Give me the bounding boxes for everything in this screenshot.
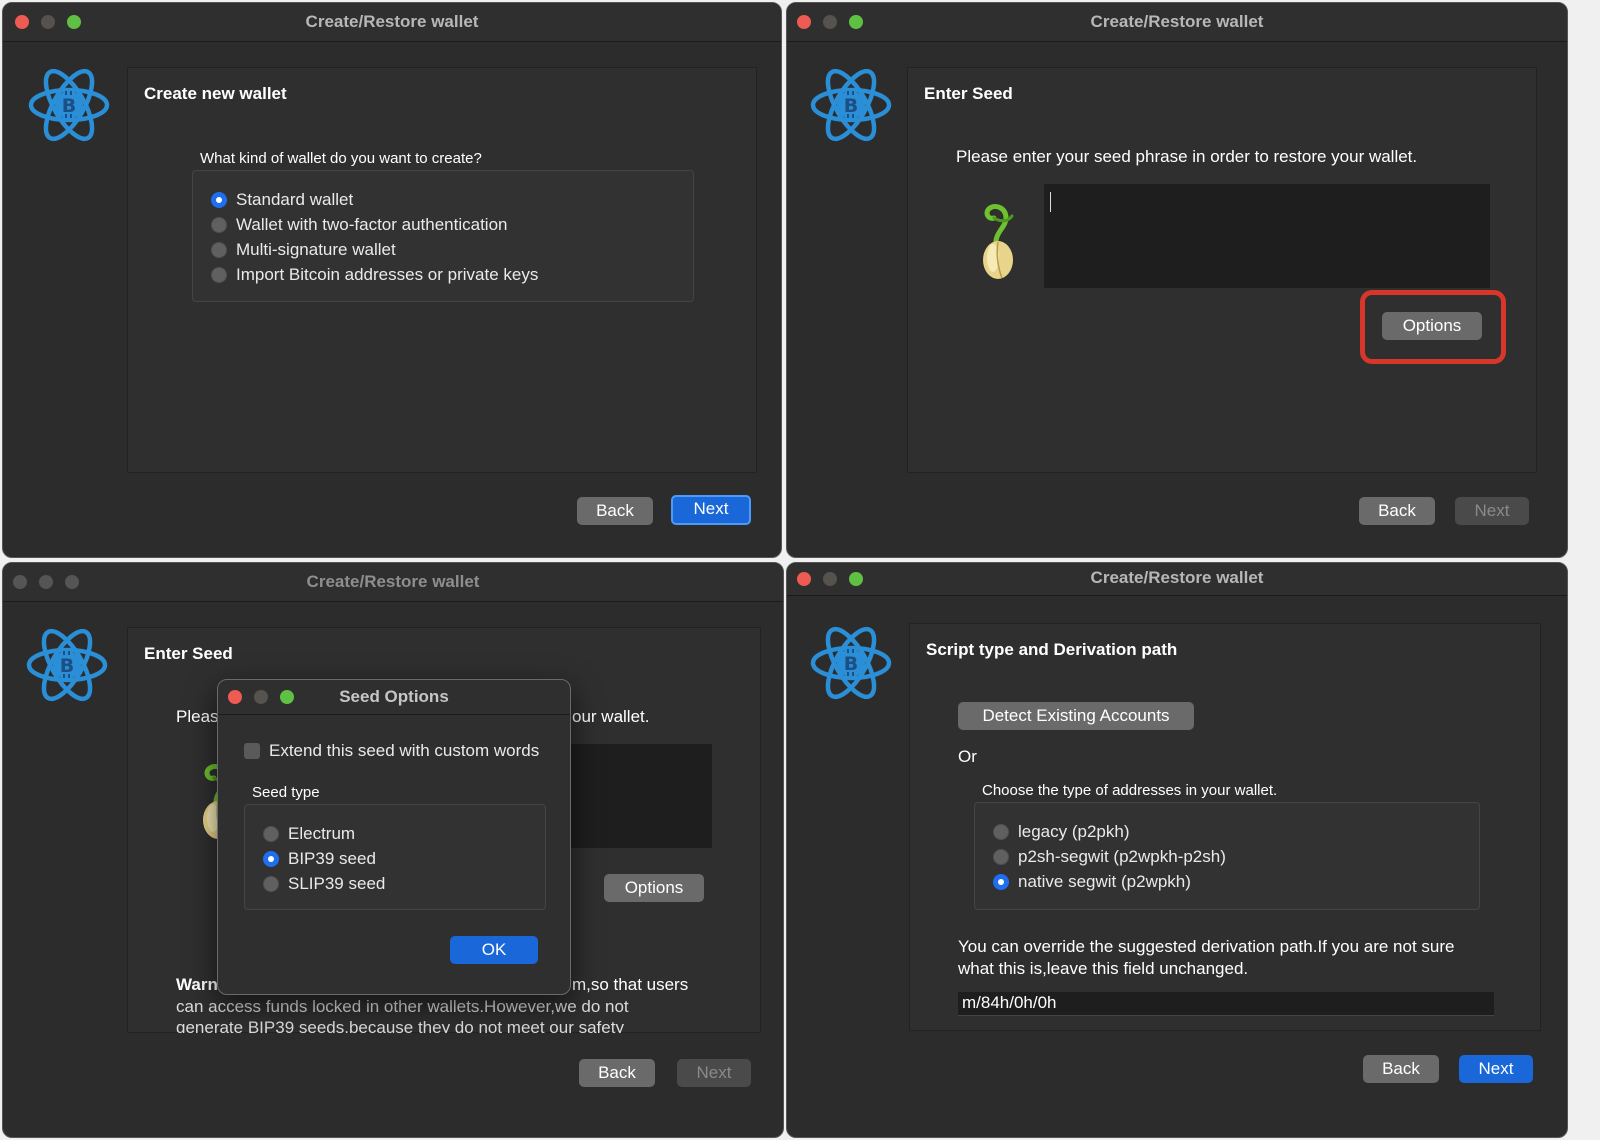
wallet-kind-question: What kind of wallet do you want to creat… xyxy=(200,150,482,167)
page-title: Script type and Derivation path xyxy=(926,640,1178,659)
address-type-group: legacy (p2pkh) p2sh-segwit (p2wpkh-p2sh)… xyxy=(974,802,1480,910)
window-title: Create/Restore wallet xyxy=(1090,568,1264,587)
page-title: Enter Seed xyxy=(144,644,233,663)
window-title: Create/Restore wallet xyxy=(306,572,480,591)
radio-label: SLIP39 seed xyxy=(288,873,386,893)
radio-indicator[interactable] xyxy=(263,825,279,842)
radio-label: Multi-signature wallet xyxy=(236,239,396,259)
options-button[interactable]: Options xyxy=(604,874,704,902)
page-title: Enter Seed xyxy=(924,84,1013,103)
wizard-panel: Script type and Derivation path Detect E… xyxy=(909,623,1541,1031)
electrum-logo-icon xyxy=(25,623,109,707)
next-button[interactable]: Next xyxy=(671,495,751,525)
next-button[interactable]: Next xyxy=(677,1059,751,1087)
window-title: Create/Restore wallet xyxy=(305,12,479,31)
window-enter-seed: Create/Restore wallet Enter Seed Please … xyxy=(786,2,1568,558)
derivation-override-line2: what this is,leave this field unchanged. xyxy=(958,959,1249,978)
wallet-kind-group: Standard wallet Wallet with two-factor a… xyxy=(192,170,694,302)
extend-seed-checkbox[interactable]: Extend this seed with custom words xyxy=(244,738,539,763)
title-bar[interactable]: Create/Restore wallet xyxy=(787,3,1567,42)
radio-indicator[interactable] xyxy=(211,191,227,208)
seed-instruction-partial: Pleas xyxy=(176,707,219,726)
radio-indicator[interactable] xyxy=(993,873,1009,890)
seed-options-dialog: Seed Options Extend this seed with custo… xyxy=(217,679,571,995)
radio-label: BIP39 seed xyxy=(288,848,376,868)
electrum-logo-icon xyxy=(27,63,111,147)
warning-line3: generate BIP39 seeds,because they do not… xyxy=(176,1018,624,1033)
radio-label: Import Bitcoin addresses or private keys xyxy=(236,264,539,284)
radio-indicator[interactable] xyxy=(993,848,1009,865)
radio-label: Standard wallet xyxy=(236,189,354,209)
seed-type-group: Electrum BIP39 seed SLIP39 seed xyxy=(244,804,546,910)
radio-import-addresses[interactable]: Import Bitcoin addresses or private keys xyxy=(211,262,538,287)
radio-label: p2sh-segwit (p2wpkh-p2sh) xyxy=(1018,846,1226,866)
radio-indicator[interactable] xyxy=(211,241,227,258)
checkbox-label: Extend this seed with custom words xyxy=(269,740,540,760)
title-bar[interactable]: Create/Restore wallet xyxy=(3,563,783,602)
radio-indicator[interactable] xyxy=(993,823,1009,840)
back-button[interactable]: Back xyxy=(579,1059,655,1087)
radio-indicator[interactable] xyxy=(211,216,227,233)
window-create-new-wallet: Create/Restore wallet Create new wallet … xyxy=(2,2,782,558)
seed-type-label: Seed type xyxy=(252,784,320,801)
radio-slip39[interactable]: SLIP39 seed xyxy=(263,871,385,896)
electrum-logo-icon xyxy=(809,63,893,147)
title-bar[interactable]: Create/Restore wallet xyxy=(787,563,1567,596)
radio-electrum[interactable]: Electrum xyxy=(263,821,355,846)
radio-label: Wallet with two-factor authentication xyxy=(236,214,508,234)
window-title: Create/Restore wallet xyxy=(1090,12,1264,31)
seed-text-area[interactable] xyxy=(1044,184,1490,288)
radio-legacy[interactable]: legacy (p2pkh) xyxy=(993,819,1130,844)
derivation-override-line1: You can override the suggested derivatio… xyxy=(958,937,1455,956)
dialog-title: Seed Options xyxy=(339,687,449,706)
address-type-question: Choose the type of addresses in your wal… xyxy=(982,782,1278,799)
radio-label: legacy (p2pkh) xyxy=(1018,821,1130,841)
seed-instruction: Please enter your seed phrase in order t… xyxy=(956,147,1418,166)
radio-label: Electrum xyxy=(288,823,356,843)
radio-multisig-wallet[interactable]: Multi-signature wallet xyxy=(211,237,396,262)
radio-indicator[interactable] xyxy=(211,266,227,283)
wizard-panel: Enter Seed Please enter your seed phrase… xyxy=(907,67,1537,473)
next-button[interactable]: Next xyxy=(1455,497,1529,525)
radio-standard-wallet[interactable]: Standard wallet xyxy=(211,187,353,212)
window-script-type: Create/Restore wallet Script type and De… xyxy=(786,562,1568,1138)
radio-indicator[interactable] xyxy=(263,875,279,892)
title-bar[interactable]: Create/Restore wallet xyxy=(3,3,781,42)
text-cursor xyxy=(1050,192,1051,212)
window-enter-seed-options: Create/Restore wallet Enter Seed Pleas o… xyxy=(2,562,784,1138)
options-button[interactable]: Options xyxy=(1382,312,1482,340)
seed-sprout-icon xyxy=(966,192,1026,282)
checkbox-indicator[interactable] xyxy=(244,742,260,759)
next-button[interactable]: Next xyxy=(1459,1055,1533,1083)
page-title: Create new wallet xyxy=(144,84,287,103)
seed-instruction-partial-right: our wallet. xyxy=(572,707,650,726)
warning-line1-partial: m,so that users xyxy=(572,975,689,994)
ok-button[interactable]: OK xyxy=(450,936,538,964)
radio-native-segwit[interactable]: native segwit (p2wpkh) xyxy=(993,869,1191,894)
wizard-panel: Create new wallet What kind of wallet do… xyxy=(127,67,757,473)
electrum-logo-icon xyxy=(809,621,893,705)
radio-bip39[interactable]: BIP39 seed xyxy=(263,846,376,871)
back-button[interactable]: Back xyxy=(1359,497,1435,525)
radio-p2sh-segwit[interactable]: p2sh-segwit (p2wpkh-p2sh) xyxy=(993,844,1226,869)
detect-existing-accounts-button[interactable]: Detect Existing Accounts xyxy=(958,702,1194,730)
back-button[interactable]: Back xyxy=(1363,1055,1439,1083)
radio-label: native segwit (p2wpkh) xyxy=(1018,871,1191,891)
radio-two-factor-wallet[interactable]: Wallet with two-factor authentication xyxy=(211,212,508,237)
back-button[interactable]: Back xyxy=(577,497,653,525)
warning-line2: can access funds locked in other wallets… xyxy=(176,997,629,1016)
warning-bold-partial: Warn xyxy=(176,975,218,994)
derivation-path-field[interactable]: m/84h/0h/0h xyxy=(958,992,1494,1016)
dialog-title-bar[interactable]: Seed Options xyxy=(218,680,570,715)
or-label: Or xyxy=(958,747,977,766)
radio-indicator[interactable] xyxy=(263,850,279,867)
